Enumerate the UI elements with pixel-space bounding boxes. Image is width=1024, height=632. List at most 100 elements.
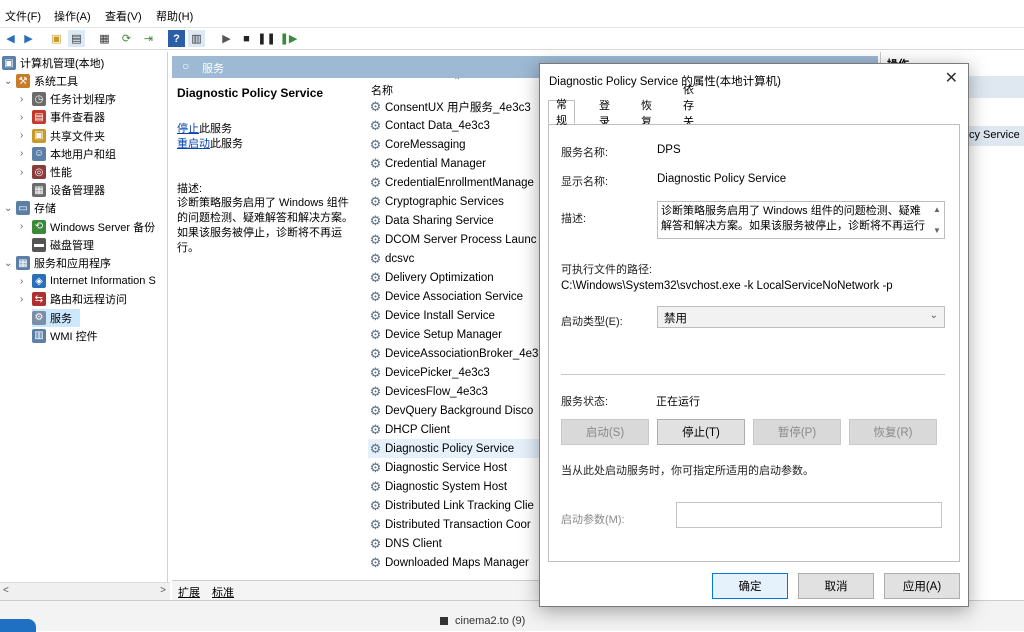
tree-root[interactable]: ▣ 计算机管理(本地) xyxy=(2,54,104,72)
search-icon: ○ xyxy=(182,59,190,73)
taskbar-item[interactable]: cinema2.to (9) xyxy=(455,615,525,627)
resume-button[interactable]: 恢复(R) xyxy=(849,419,937,445)
chevron-down-icon[interactable]: ⌄ xyxy=(4,203,16,214)
tree-item[interactable]: › ▣ 共享文件夹 xyxy=(20,127,105,145)
start-button[interactable]: 启动(S) xyxy=(561,419,649,445)
tab-dependencies[interactable]: 依存关系 xyxy=(676,84,701,144)
service-list-item[interactable]: ⚙ Diagnostic System Host xyxy=(368,477,539,496)
service-list-item[interactable]: ⚙ Diagnostic Policy Service xyxy=(368,439,539,458)
service-list-item[interactable]: ⚙ Cryptographic Services xyxy=(368,192,539,211)
startup-type-select[interactable]: 禁用 ⌄ xyxy=(657,306,945,328)
chevron-down-icon[interactable]: ⌄ xyxy=(4,76,16,87)
chevron-right-icon[interactable]: › xyxy=(20,167,32,178)
tree-item[interactable]: › ⇆ 路由和远程访问 xyxy=(20,290,127,308)
service-list-item[interactable]: ⚙ DevicesFlow_4e3c3 xyxy=(368,382,539,401)
pause-button[interactable]: 暂停(P) xyxy=(753,419,841,445)
stop-service-link[interactable]: 停止 xyxy=(177,123,199,135)
service-list-item[interactable]: ⚙ dcsvc xyxy=(368,249,539,268)
chevron-down-icon: ⌄ xyxy=(929,310,938,321)
service-list-item[interactable]: ⚙ CoreMessaging xyxy=(368,135,539,154)
chevron-down-icon[interactable]: ⌄ xyxy=(4,258,16,269)
service-list-item[interactable]: ⚙ ConsentUX 用户服务_4e3c3 xyxy=(368,97,539,116)
apply-button[interactable]: 应用(A) xyxy=(884,573,960,599)
chevron-right-icon[interactable]: › xyxy=(20,221,32,232)
forward-icon[interactable]: ▶ xyxy=(20,30,37,47)
chevron-right-icon[interactable]: › xyxy=(20,276,32,287)
service-gear-icon: ⚙ xyxy=(369,194,382,209)
service-list-item[interactable]: ⚙ CredentialEnrollmentManage xyxy=(368,173,539,192)
scroll-down-icon[interactable]: ▼ xyxy=(933,223,941,238)
console-icon[interactable]: ▥ xyxy=(188,30,205,47)
back-icon[interactable]: ◀ xyxy=(2,30,19,47)
close-icon[interactable]: ✕ xyxy=(945,68,958,88)
tree-item[interactable]: ⌄ ▭ 存储 xyxy=(4,199,56,217)
scroll-left-icon[interactable]: < xyxy=(3,585,9,596)
service-list-item[interactable]: ⚙ Credential Manager xyxy=(368,154,539,173)
service-list-item[interactable]: ⚙ DevicePicker_4e3c3 xyxy=(368,363,539,382)
tree-item[interactable]: › ⟲ Windows Server 备份 xyxy=(20,218,155,236)
tab-standard[interactable]: 标准 xyxy=(212,584,234,600)
start-params-input[interactable] xyxy=(676,502,942,528)
service-list-item[interactable]: ⚙ Downloaded Maps Manager xyxy=(368,553,539,572)
chevron-right-icon[interactable]: › xyxy=(20,130,32,141)
chevron-right-icon[interactable]: › xyxy=(20,148,32,159)
tree-item[interactable]: ▦ 设备管理器 xyxy=(20,181,105,199)
tree-item[interactable]: › ◷ 任务计划程序 xyxy=(20,90,116,108)
service-list-item[interactable]: ⚙ Distributed Link Tracking Clie xyxy=(368,496,539,515)
tree-item[interactable]: ⌄ ⚒ 系统工具 xyxy=(4,72,78,90)
up-folder-icon[interactable]: ▣ xyxy=(48,30,65,47)
chevron-right-icon[interactable]: › xyxy=(20,294,32,305)
refresh-icon[interactable]: ⟳ xyxy=(118,30,135,47)
help-icon[interactable]: ? xyxy=(168,30,185,47)
service-list-item[interactable]: ⚙ DHCP Client xyxy=(368,420,539,439)
play-icon[interactable]: ▶ xyxy=(218,30,235,47)
service-list-item[interactable]: ⚙ Device Association Service xyxy=(368,287,539,306)
service-list-item[interactable]: ⚙ DeviceAssociationBroker_4e3 xyxy=(368,344,539,363)
tree-item[interactable]: ▥ WMI 控件 xyxy=(20,327,98,345)
tree-item[interactable]: › ◎ 性能 xyxy=(20,163,72,181)
tree-item[interactable]: ⚙ 服务 xyxy=(32,308,80,327)
service-list-item[interactable]: ⚙ Contact Data_4e3c3 xyxy=(368,116,539,135)
service-list-item[interactable]: ⚙ Diagnostic Service Host xyxy=(368,458,539,477)
scroll-up-icon[interactable]: ▲ xyxy=(933,202,941,217)
tree-item[interactable]: › ◈ Internet Information S xyxy=(20,272,156,290)
properties-icon[interactable]: ▦ xyxy=(96,30,113,47)
menu-view[interactable]: 查看(V) xyxy=(105,8,142,24)
restart-icon[interactable]: ❚▶ xyxy=(280,30,298,47)
description-scrollbar[interactable]: ▲ ▼ xyxy=(930,202,944,238)
description-field[interactable]: 诊断策略服务启用了 Windows 组件的问题检测、疑难解答和解决方案。如果该服… xyxy=(657,201,945,239)
service-list-item[interactable]: ⚙ DNS Client xyxy=(368,534,539,553)
column-name-header[interactable]: 名称 xyxy=(371,82,393,98)
chevron-right-icon[interactable]: › xyxy=(20,112,32,123)
tree-horizontal-scrollbar[interactable]: < > xyxy=(0,582,170,600)
chevron-right-icon[interactable]: › xyxy=(20,94,32,105)
tab-logon[interactable]: 登录 xyxy=(592,100,617,128)
tree-item[interactable]: › ☺ 本地用户和组 xyxy=(20,145,116,163)
menu-file[interactable]: 文件(F) xyxy=(5,8,41,24)
service-list-item[interactable]: ⚙ DevQuery Background Disco xyxy=(368,401,539,420)
service-list-item[interactable]: ⚙ Delivery Optimization xyxy=(368,268,539,287)
tab-recovery[interactable]: 恢复 xyxy=(634,100,659,128)
service-list-item[interactable]: ⚙ Data Sharing Service xyxy=(368,211,539,230)
restart-service-link[interactable]: 重启动 xyxy=(177,138,210,150)
export-icon[interactable]: ⇥ xyxy=(140,30,157,47)
pause-icon[interactable]: ❚❚ xyxy=(257,30,275,47)
service-list-item[interactable]: ⚙ Device Setup Manager xyxy=(368,325,539,344)
menu-action[interactable]: 操作(A) xyxy=(54,8,91,24)
stop-button[interactable]: 停止(T) xyxy=(657,419,745,445)
tree-item[interactable]: › ▤ 事件查看器 xyxy=(20,108,105,126)
cancel-button[interactable]: 取消 xyxy=(798,573,874,599)
service-list-item[interactable]: ⚙ DCOM Server Process Launc xyxy=(368,230,539,249)
show-hide-tree-icon[interactable]: ▤ xyxy=(68,30,85,47)
tab-extended[interactable]: 扩展 xyxy=(178,584,200,600)
tab-general[interactable]: 常规 xyxy=(548,99,575,127)
stop-icon[interactable]: ■ xyxy=(238,30,255,47)
service-list-item[interactable]: ⚙ Distributed Transaction Coor xyxy=(368,515,539,534)
scroll-right-icon[interactable]: > xyxy=(160,585,166,596)
tree-item[interactable]: ⌄ ▦ 服务和应用程序 xyxy=(4,254,111,272)
menu-help[interactable]: 帮助(H) xyxy=(156,8,193,24)
ok-button[interactable]: 确定 xyxy=(712,573,788,599)
tree-item[interactable]: ▬ 磁盘管理 xyxy=(20,236,94,254)
description-text: 诊断策略服务启用了 Windows 组件的问题检测、疑难解答和解决方案。如果该服… xyxy=(177,197,353,254)
service-list-item[interactable]: ⚙ Device Install Service xyxy=(368,306,539,325)
